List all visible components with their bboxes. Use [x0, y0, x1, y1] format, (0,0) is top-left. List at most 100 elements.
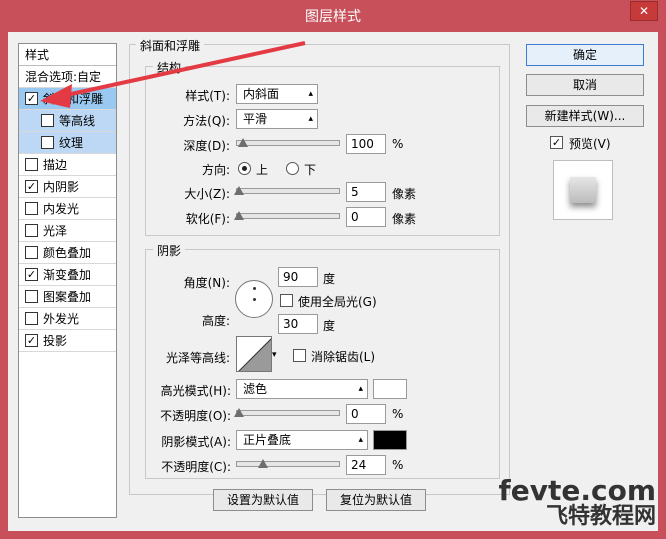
size-slider-thumb[interactable] [234, 186, 244, 195]
style-label: 纹理 [59, 136, 84, 150]
bevel-style-select[interactable]: 内斜面 ▴ [236, 84, 318, 104]
layer-style-dialog: 图层样式 ✕ 样式 混合选项:自定 ✓ 斜面和浮雕 等高线 纹理 描边 ✓ 内阴… [0, 0, 666, 539]
set-default-button[interactable]: 设置为默认值 [213, 489, 313, 511]
checkbox-drop-shadow[interactable]: ✓ [25, 334, 38, 347]
shadow-mode-select[interactable]: 正片叠底 ▴ [236, 430, 368, 450]
soften-slider[interactable] [236, 213, 340, 219]
style-item-inner-shadow[interactable]: ✓ 内阴影 [19, 176, 116, 198]
highlight-opacity-input[interactable]: 0 [346, 404, 386, 424]
style-item-drop-shadow[interactable]: ✓ 投影 [19, 330, 116, 352]
angle-dial[interactable] [235, 280, 273, 318]
shadow-opacity-unit: % [392, 458, 404, 472]
highlight-color-swatch[interactable] [373, 379, 407, 399]
updown-arrows-icon: ▴ [358, 384, 363, 394]
depth-slider[interactable] [236, 140, 340, 146]
checkbox-color-overlay[interactable] [25, 246, 38, 259]
title-bar[interactable]: 图层样式 ✕ [0, 0, 666, 32]
close-button[interactable]: ✕ [630, 1, 658, 21]
style-item-contour[interactable]: 等高线 [19, 110, 116, 132]
angle-dial-center [253, 298, 256, 301]
style-label: 外发光 [43, 312, 80, 326]
direction-up-radio[interactable] [238, 162, 251, 175]
direction-down-label: 下 [304, 163, 317, 177]
styles-list: 样式 混合选项:自定 ✓ 斜面和浮雕 等高线 纹理 描边 ✓ 内阴影 内发光 光… [18, 43, 117, 518]
cancel-button[interactable]: 取消 [526, 74, 644, 96]
direction-down-radio[interactable] [286, 162, 299, 175]
preview-checkbox[interactable]: ✓ [550, 136, 563, 149]
checkbox-contour[interactable] [41, 114, 54, 127]
updown-arrows-icon: ▴ [308, 114, 313, 124]
bevel-style-value: 内斜面 [243, 87, 280, 101]
style-item-satin[interactable]: 光泽 [19, 220, 116, 242]
soften-unit: 像素 [392, 212, 417, 226]
direction-up-label: 上 [256, 163, 269, 177]
angle-dial-marker [253, 287, 256, 290]
size-input[interactable]: 5 [346, 182, 386, 202]
depth-input[interactable]: 100 [346, 134, 386, 154]
style-item-inner-glow[interactable]: 内发光 [19, 198, 116, 220]
style-item-stroke[interactable]: 描边 [19, 154, 116, 176]
bevel-emboss-title: 斜面和浮雕 [136, 37, 205, 54]
shadow-opacity-slider-thumb[interactable] [258, 459, 268, 468]
shadow-opacity-slider[interactable] [236, 461, 340, 467]
watermark-name: 飞特教程网 [545, 504, 656, 529]
styles-header[interactable]: 样式 [19, 44, 116, 66]
reset-default-button[interactable]: 复位为默认值 [326, 489, 426, 511]
new-style-button[interactable]: 新建样式(W)... [526, 105, 644, 127]
updown-arrows-icon: ▴ [308, 89, 313, 99]
style-label: 投影 [43, 334, 68, 348]
angle-input[interactable]: 90 [278, 267, 318, 287]
checkbox-texture[interactable] [41, 136, 54, 149]
antialias-label: 消除锯齿(L) [311, 350, 376, 364]
technique-label: 方法(Q): [183, 114, 230, 128]
highlight-opacity-slider[interactable] [236, 410, 340, 416]
depth-label: 深度(D): [183, 139, 230, 153]
antialias-checkbox[interactable] [293, 349, 306, 362]
window-title: 图层样式 [305, 9, 361, 25]
preview-swatch [570, 177, 596, 203]
soften-slider-thumb[interactable] [234, 211, 244, 220]
shadow-opacity-input[interactable]: 24 [346, 455, 386, 475]
depth-slider-thumb[interactable] [238, 138, 248, 147]
altitude-label: 高度: [201, 314, 230, 328]
checkbox-bevel-emboss[interactable]: ✓ [25, 92, 38, 105]
style-label: 等高线 [59, 114, 96, 128]
style-label: 图案叠加 [43, 290, 92, 304]
contour-dropdown-arrow-icon[interactable]: ▾ [272, 350, 277, 360]
checkbox-stroke[interactable] [25, 158, 38, 171]
style-label: 内阴影 [43, 180, 80, 194]
style-item-color-overlay[interactable]: 颜色叠加 [19, 242, 116, 264]
checkbox-pattern-overlay[interactable] [25, 290, 38, 303]
checkbox-satin[interactable] [25, 224, 38, 237]
size-slider[interactable] [236, 188, 340, 194]
checkbox-inner-glow[interactable] [25, 202, 38, 215]
direction-label: 方向: [201, 163, 230, 177]
angle-unit: 度 [323, 272, 336, 286]
blend-options-item[interactable]: 混合选项:自定 [19, 66, 116, 88]
technique-select[interactable]: 平滑 ▴ [236, 109, 318, 129]
style-item-pattern-overlay[interactable]: 图案叠加 [19, 286, 116, 308]
checkbox-gradient-overlay[interactable]: ✓ [25, 268, 38, 281]
highlight-mode-select[interactable]: 滤色 ▴ [236, 379, 368, 399]
altitude-input[interactable]: 30 [278, 314, 318, 334]
style-label: 样式(T): [185, 89, 230, 103]
shadow-color-swatch[interactable] [373, 430, 407, 450]
highlight-opacity-slider-thumb[interactable] [234, 408, 244, 417]
style-item-outer-glow[interactable]: 外发光 [19, 308, 116, 330]
style-item-bevel-emboss[interactable]: ✓ 斜面和浮雕 [19, 88, 116, 110]
gloss-contour-thumbnail[interactable] [236, 336, 272, 372]
soften-input[interactable]: 0 [346, 207, 386, 227]
angle-label: 角度(N): [183, 276, 230, 290]
watermark-site: fevte.com [498, 474, 656, 507]
checkbox-inner-shadow[interactable]: ✓ [25, 180, 38, 193]
style-item-gradient-overlay[interactable]: ✓ 渐变叠加 [19, 264, 116, 286]
style-label: 渐变叠加 [43, 268, 92, 282]
dialog-client: 样式 混合选项:自定 ✓ 斜面和浮雕 等高线 纹理 描边 ✓ 内阴影 内发光 光… [8, 32, 658, 531]
ok-button[interactable]: 确定 [526, 44, 644, 66]
style-label: 颜色叠加 [43, 246, 92, 260]
depth-unit: % [392, 137, 404, 151]
checkbox-outer-glow[interactable] [25, 312, 38, 325]
size-unit: 像素 [392, 187, 417, 201]
style-item-texture[interactable]: 纹理 [19, 132, 116, 154]
global-light-checkbox[interactable] [280, 294, 293, 307]
